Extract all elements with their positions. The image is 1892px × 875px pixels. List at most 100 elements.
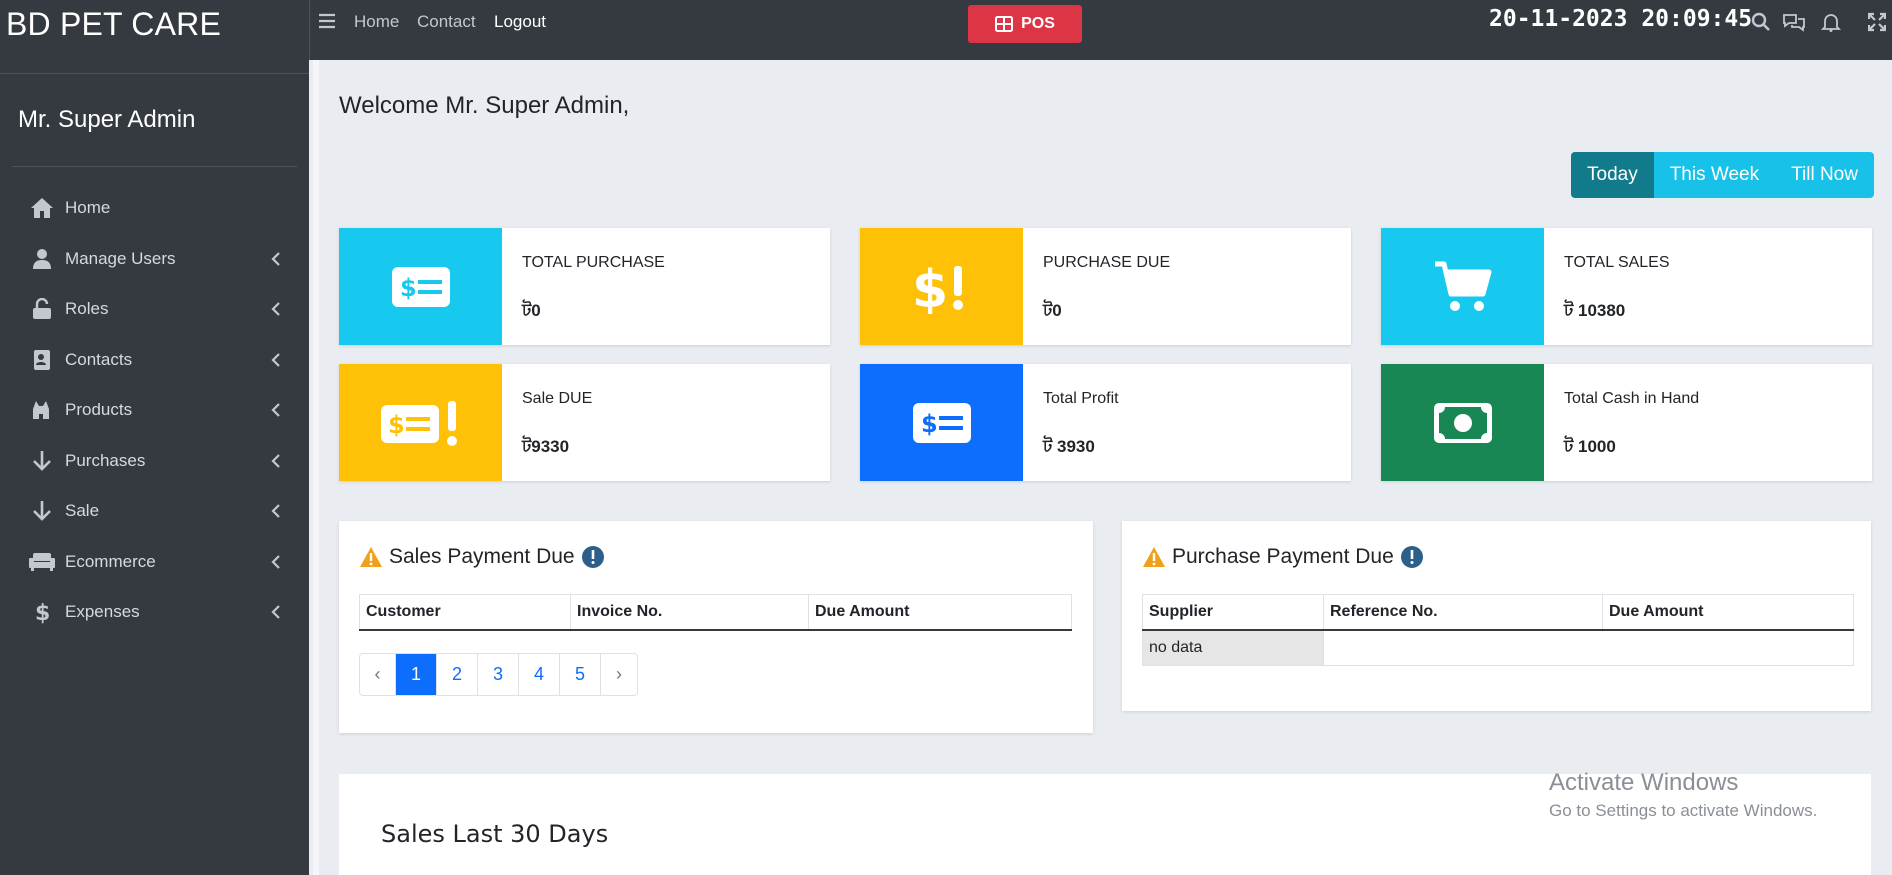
column-header[interactable]: Due Amount [1602,594,1854,631]
stat-value: ট0 [522,301,541,320]
svg-text:$: $ [388,411,405,439]
column-header[interactable]: Invoice No. [570,594,809,631]
money-bill-icon: $ [339,228,502,345]
tab-till-now[interactable]: Till Now [1775,152,1874,198]
pagination-page[interactable]: 5 [560,654,601,695]
chevron-left-icon [271,251,280,266]
svg-text:$: $ [35,601,50,624]
tab-this-week[interactable]: This Week [1653,152,1776,198]
pagination-page[interactable]: 3 [478,654,519,695]
arrow-down-icon [29,498,55,524]
dollar-exclamation-icon: $ [860,228,1023,345]
chat-icon[interactable] [1782,12,1806,32]
stat-value: ট9330 [522,437,570,456]
pos-button[interactable]: POS [968,5,1082,43]
sidebar-item-manage-users[interactable]: Manage Users [0,234,309,285]
pagination-prev[interactable]: ‹ [360,654,396,695]
sidebar-item-label: Ecommerce [65,551,156,571]
grid-icon [995,16,1014,32]
sidebar-item-roles[interactable]: Roles [0,284,309,335]
sidebar-item-label: Home [65,198,111,218]
stat-title: Sale DUE [522,390,593,407]
stat-card-cash-in-hand: Total Cash in Hand ট 1000 [1381,364,1872,481]
money-bill-icon: $ [860,364,1023,481]
pagination-page[interactable]: 4 [519,654,560,695]
stat-title: Total Profit [1043,390,1119,407]
stat-value: ট 10380 [1564,301,1626,320]
main-content: Welcome Mr. Super Admin, Today This Week… [313,60,1888,875]
tab-today[interactable]: Today [1571,152,1654,198]
stat-title: TOTAL SALES [1564,254,1670,271]
chevron-left-icon [271,504,280,519]
nav-link-contact[interactable]: Contact [417,12,476,32]
pagination: ‹ 1 2 3 4 5 › [359,653,638,696]
home-icon [29,195,55,221]
stat-title: Total Cash in Hand [1564,390,1700,407]
brand-name[interactable]: BD PET CARE [6,6,221,42]
svg-text:$: $ [912,260,948,314]
table-row: no data [1142,629,1854,666]
card-title: Purchase Payment Due [1142,545,1430,569]
sidebar-item-label: Roles [65,299,109,319]
money-bill-exclamation-icon: $ [339,364,502,481]
pagination-page[interactable]: 2 [437,654,478,695]
stat-card-total-purchase: $ TOTAL PURCHASE ট0 [339,228,830,345]
sidebar-nav: Home Manage Users Roles Contacts Product… [0,167,309,638]
stat-value: ট0 [1043,301,1062,320]
info-icon[interactable] [581,545,605,569]
sidebar-item-home[interactable]: Home [0,183,309,234]
chevron-left-icon [271,554,280,569]
sidebar-item-products[interactable]: Products [0,385,309,436]
sidebar-item-expenses[interactable]: $ Expenses [0,587,309,638]
stat-card-total-profit: $ Total Profit ট 3930 [860,364,1351,481]
purchase-due-table: Supplier Reference No. Due Amount no dat… [1142,594,1854,666]
purchase-payment-due-card: Purchase Payment Due Supplier Reference … [1122,521,1871,711]
empty-cell [1323,629,1854,666]
nav-link-logout[interactable]: Logout [494,12,546,32]
sidebar-item-label: Contacts [65,349,133,369]
nav-link-home[interactable]: Home [354,12,399,32]
bell-icon[interactable] [1821,12,1841,32]
watermark-title: Activate Windows [1549,769,1739,796]
user-panel: Mr. Super Admin [12,74,297,167]
chevron-left-icon [271,453,280,468]
dollar-icon: $ [29,599,55,625]
top-navbar: Home Contact Logout POS 20-11-2023 20:09… [309,0,1892,60]
fullscreen-icon[interactable] [1868,12,1886,32]
sidebar-item-label: Sale [65,501,100,521]
warning-icon [1143,547,1165,567]
column-header[interactable]: Due Amount [808,594,1072,631]
column-header[interactable]: Customer [359,594,571,631]
watermark-subtitle: Go to Settings to activate Windows. [1549,801,1818,820]
info-icon[interactable] [1400,545,1424,569]
pagination-page[interactable]: 1 [396,654,437,695]
purchase-due-title: Purchase Payment Due [1172,545,1394,568]
arrow-down-icon [29,448,55,474]
column-header[interactable]: Reference No. [1323,594,1603,631]
chevron-left-icon [271,302,280,317]
sales-payment-due-card: Sales Payment Due Customer Invoice No. D… [339,521,1093,733]
chevron-left-icon [271,352,280,367]
chevron-left-icon [271,605,280,620]
sidebar-item-contacts[interactable]: Contacts [0,335,309,386]
svg-text:$: $ [921,410,938,438]
sidebar-item-ecommerce[interactable]: Ecommerce [0,537,309,588]
search-icon[interactable] [1751,12,1771,32]
sidebar-item-purchases[interactable]: Purchases [0,436,309,487]
stat-title: TOTAL PURCHASE [522,254,665,271]
pos-label: POS [1021,15,1055,32]
sidebar-item-sale[interactable]: Sale [0,486,309,537]
user-name[interactable]: Mr. Super Admin [18,106,195,134]
brand[interactable]: BD PET CARE [0,0,309,74]
sidebar-item-label: Manage Users [65,248,176,268]
sidebar: BD PET CARE Mr. Super Admin Home Manage … [0,0,309,875]
cash-icon [1381,364,1544,481]
stat-card-total-sales: TOTAL SALES ট 10380 [1381,228,1872,345]
sales-due-table: Customer Invoice No. Due Amount [359,594,1072,631]
hamburger-menu-icon[interactable] [318,12,336,30]
cart-icon [1381,228,1544,345]
stat-value: ট 3930 [1043,437,1095,456]
column-header[interactable]: Supplier [1142,594,1324,631]
pagination-next[interactable]: › [601,654,637,695]
card-title: Sales Payment Due [359,545,611,569]
